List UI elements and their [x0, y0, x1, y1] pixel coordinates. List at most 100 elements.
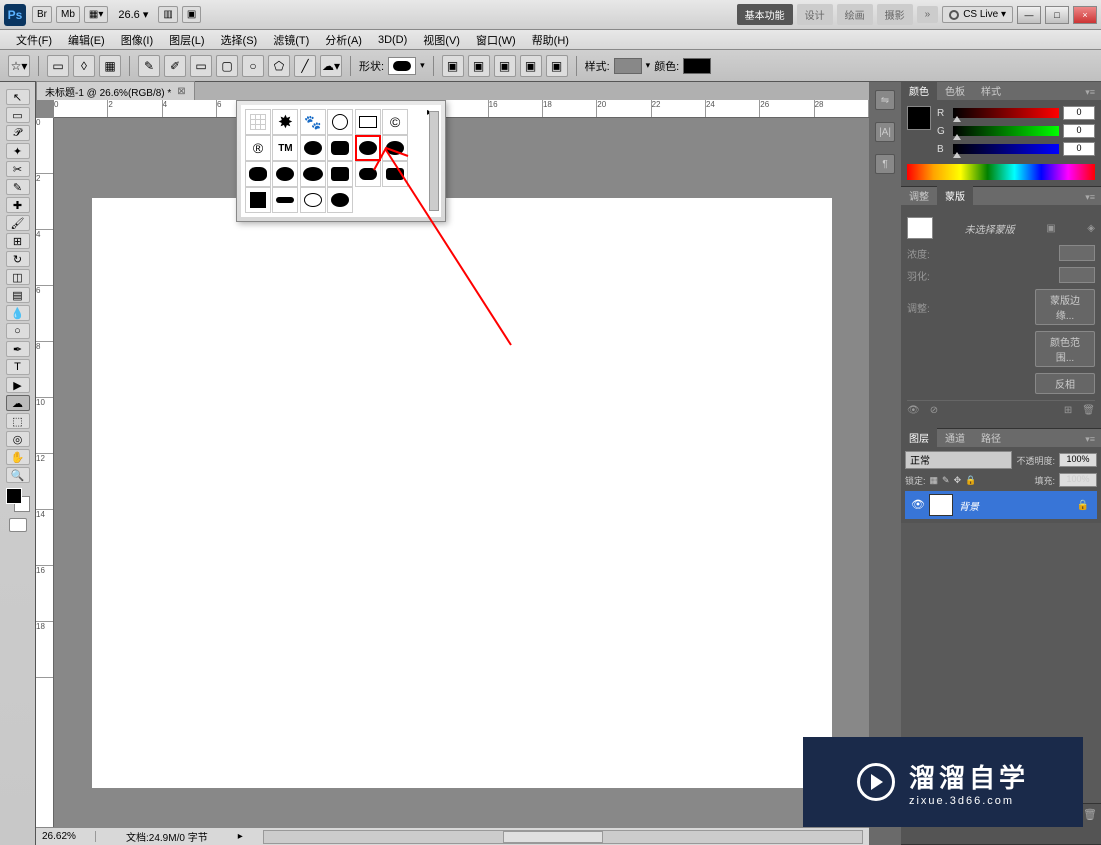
document-tab[interactable]: 未标题-1 @ 26.6%(RGB/8) * ⊠ — [36, 81, 195, 101]
combine-intersect-icon[interactable]: ▣ — [520, 55, 542, 77]
hand-tool[interactable]: ✋ — [6, 449, 30, 465]
lock-icon[interactable]: 🔒 — [1077, 500, 1089, 511]
spectrum-bar[interactable] — [907, 164, 1095, 180]
gradient-tool[interactable]: ▤ — [6, 287, 30, 303]
mask-thumbnail[interactable] — [907, 217, 933, 239]
tab-swatches[interactable]: 色板 — [937, 81, 973, 100]
tab-layers[interactable]: 图层 — [901, 428, 937, 447]
red-slider[interactable] — [953, 108, 1059, 118]
shape-thought6-item[interactable] — [382, 161, 408, 187]
rounded-rect-icon[interactable]: ▢ — [216, 55, 238, 77]
color-preview-swatch[interactable] — [907, 106, 931, 130]
window-close[interactable]: × — [1073, 6, 1097, 24]
character-icon[interactable]: |A| — [875, 122, 895, 142]
crop-tool[interactable]: ✂ — [6, 161, 30, 177]
shape-talk1-item[interactable] — [300, 135, 326, 161]
eye-icon[interactable]: 👁 — [911, 498, 925, 512]
blue-slider[interactable] — [953, 144, 1059, 154]
shape-thought1-item[interactable] — [245, 161, 271, 187]
menu-filter[interactable]: 滤镜(T) — [265, 30, 317, 50]
shape-oval2-item[interactable] — [327, 187, 353, 213]
mask-edge-button[interactable]: 蒙版边缘... — [1035, 289, 1095, 325]
healing-tool[interactable]: ✚ — [6, 197, 30, 213]
tab-paths[interactable]: 路径 — [973, 428, 1009, 447]
eraser-tool[interactable]: ◫ — [6, 269, 30, 285]
blue-input[interactable]: 0 — [1063, 142, 1095, 156]
tab-adjustments[interactable]: 调整 — [901, 186, 937, 205]
combine-subtract-icon[interactable]: ▣ — [494, 55, 516, 77]
menu-3d[interactable]: 3D(D) — [370, 32, 415, 48]
lasso-tool[interactable]: 𝒫 — [6, 125, 30, 141]
shape-oval1-item[interactable] — [300, 187, 326, 213]
pen-icon[interactable]: ✎ — [138, 55, 160, 77]
blend-mode-select[interactable]: 正常 — [905, 451, 1012, 469]
menu-layer[interactable]: 图层(L) — [161, 30, 212, 50]
view-layout-button[interactable]: ▦▾ — [84, 6, 108, 23]
shape-thought5-item[interactable] — [355, 161, 381, 187]
quick-select-tool[interactable]: ✦ — [6, 143, 30, 159]
fill-input[interactable]: 100% — [1059, 473, 1097, 487]
opacity-input[interactable]: 100% — [1059, 453, 1097, 467]
dodge-tool[interactable]: ○ — [6, 323, 30, 339]
stamp-tool[interactable]: ⊞ — [6, 233, 30, 249]
layer-name[interactable]: 背景 — [959, 498, 979, 513]
brush-tool[interactable]: 🖌 — [6, 215, 30, 231]
3d-camera-tool[interactable]: ◎ — [6, 431, 30, 447]
fill-pixels-icon[interactable]: ▦ — [99, 55, 121, 77]
shape-rect-item[interactable] — [355, 109, 381, 135]
shape-layers-icon[interactable]: ▭ — [47, 55, 69, 77]
line-icon[interactable]: ╱ — [294, 55, 316, 77]
workspace-more[interactable]: » — [917, 6, 939, 23]
canvas[interactable] — [92, 198, 832, 788]
mask-load-icon[interactable]: ⊞ — [1064, 405, 1072, 416]
status-zoom[interactable]: 26.62% — [42, 831, 96, 842]
workspace-painting[interactable]: 绘画 — [837, 4, 873, 25]
layers-panel-menu-icon[interactable]: ▾≡ — [1079, 432, 1101, 447]
tab-channels[interactable]: 通道 — [937, 428, 973, 447]
green-slider[interactable] — [953, 126, 1059, 136]
pixel-mask-icon[interactable]: ▣ — [1046, 223, 1055, 234]
shape-circle-item[interactable] — [327, 109, 353, 135]
workspace-photo[interactable]: 摄影 — [877, 4, 913, 25]
shape-tm-item[interactable]: TM — [272, 135, 298, 161]
screen-mode-1[interactable]: ▥ — [158, 6, 177, 23]
layer-thumbnail[interactable] — [929, 494, 953, 516]
menu-analysis[interactable]: 分析(A) — [317, 30, 370, 50]
window-minimize[interactable]: — — [1017, 6, 1041, 24]
shape-thought3-item[interactable] — [300, 161, 326, 187]
rectangle-icon[interactable]: ▭ — [190, 55, 212, 77]
color-range-button[interactable]: 颜色范围... — [1035, 331, 1095, 367]
status-doc-info[interactable]: 文档:24.9M/0 字节 — [96, 829, 238, 844]
style-swatch[interactable] — [614, 58, 642, 74]
menu-image[interactable]: 图像(I) — [113, 30, 161, 50]
window-maximize[interactable]: □ — [1045, 6, 1069, 24]
shape-thought4-item[interactable] — [327, 161, 353, 187]
move-tool[interactable]: ↖ — [6, 89, 30, 105]
shape-paw-item[interactable]: 🐾 — [300, 109, 326, 135]
tab-color[interactable]: 颜色 — [901, 81, 937, 100]
workspace-design[interactable]: 设计 — [797, 4, 833, 25]
shape-bar-item[interactable] — [272, 187, 298, 213]
polygon-icon[interactable]: ⬠ — [268, 55, 290, 77]
close-tab-icon[interactable]: ⊠ — [177, 86, 185, 97]
quickmask-toggle[interactable] — [9, 518, 27, 532]
menu-help[interactable]: 帮助(H) — [524, 30, 577, 50]
pen-tool[interactable]: ✒ — [6, 341, 30, 357]
minibridge-button[interactable]: Mb — [56, 6, 80, 23]
shape-preview-dropdown[interactable] — [388, 57, 416, 75]
mask-delete-icon[interactable]: 🗑 — [1082, 405, 1095, 416]
eyedropper-tool[interactable]: ✎ — [6, 179, 30, 195]
menu-window[interactable]: 窗口(W) — [468, 30, 524, 50]
shape-tile-item[interactable] — [245, 187, 271, 213]
freeform-pen-icon[interactable]: ✐ — [164, 55, 186, 77]
history-icon[interactable]: ⇋ — [875, 90, 895, 110]
ellipse-icon[interactable]: ○ — [242, 55, 264, 77]
vector-mask-icon[interactable]: ◈ — [1087, 223, 1095, 234]
history-brush-tool[interactable]: ↻ — [6, 251, 30, 267]
menu-edit[interactable]: 编辑(E) — [60, 30, 113, 50]
shape-talk3-selected[interactable] — [355, 135, 381, 161]
shape-grid-item[interactable] — [245, 109, 271, 135]
horizontal-scrollbar[interactable] — [263, 830, 863, 844]
bridge-button[interactable]: Br — [32, 6, 52, 23]
color-swatch[interactable] — [683, 58, 711, 74]
